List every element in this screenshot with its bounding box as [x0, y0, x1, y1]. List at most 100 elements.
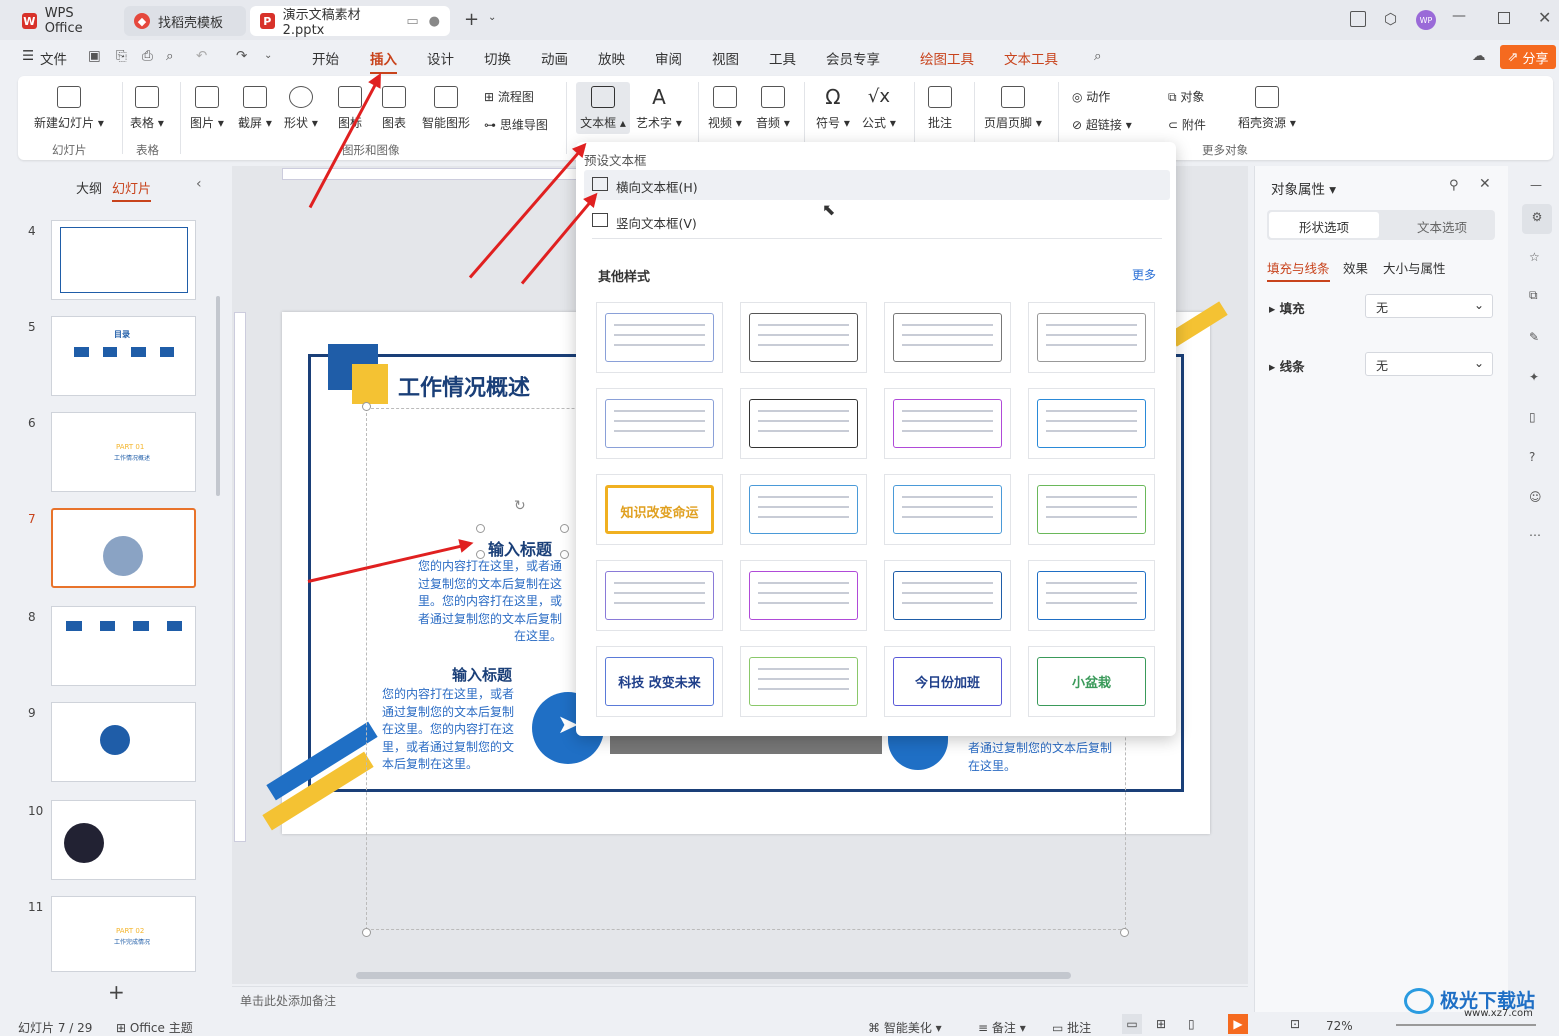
- cloud-icon[interactable]: ☁: [1472, 48, 1486, 64]
- copy-icon[interactable]: ⧉: [1529, 288, 1538, 303]
- slide-title[interactable]: 工作情况概述: [398, 370, 530, 402]
- audio-button[interactable]: 音频 ▾: [756, 86, 790, 131]
- formula-button[interactable]: √x 公式 ▾: [862, 86, 896, 131]
- attachment-button[interactable]: ⊂ 附件: [1168, 116, 1206, 133]
- textbox-style-option[interactable]: 小盆栽: [1028, 646, 1155, 717]
- menu-transition[interactable]: 切换: [484, 48, 511, 68]
- play-icon[interactable]: ▶: [1228, 1014, 1248, 1034]
- slide-thumbnail-5[interactable]: 目录: [51, 316, 196, 396]
- maximize-icon[interactable]: [1498, 12, 1510, 24]
- screenshot-button[interactable]: 截屏 ▾: [238, 86, 272, 131]
- menu-review[interactable]: 审阅: [655, 48, 682, 68]
- table-button[interactable]: 表格 ▾: [130, 86, 164, 131]
- wordart-button[interactable]: A 艺术字 ▾: [636, 86, 682, 131]
- menu-slideshow[interactable]: 放映: [598, 48, 625, 68]
- horizontal-scrollbar[interactable]: [356, 972, 1071, 979]
- slides-tab[interactable]: 幻灯片: [112, 178, 152, 202]
- hyperlink-button[interactable]: ⊘ 超链接 ▾: [1072, 116, 1132, 133]
- beautify-button[interactable]: ⌘ 智能美化 ▾: [868, 1019, 942, 1036]
- more-styles-link[interactable]: 更多: [1132, 266, 1156, 283]
- textbox-style-option[interactable]: [884, 474, 1011, 545]
- search-icon[interactable]: ⌕: [1094, 48, 1102, 64]
- tab-shape-options[interactable]: 形状选项: [1269, 212, 1379, 238]
- theme-label[interactable]: ⊞ Office 主题: [116, 1019, 193, 1036]
- help-icon[interactable]: ?: [1529, 450, 1535, 464]
- textbox-style-option[interactable]: [884, 388, 1011, 459]
- cube-icon[interactable]: ⬡: [1384, 10, 1397, 28]
- fit-icon[interactable]: ⊡: [1290, 1017, 1300, 1031]
- subtab-effect[interactable]: 效果: [1343, 258, 1368, 277]
- robot-icon[interactable]: ☺: [1529, 490, 1542, 504]
- notes-button[interactable]: ≡ 备注 ▾: [978, 1019, 1026, 1036]
- undo-icon[interactable]: ↶: [196, 48, 207, 64]
- textbox-style-option[interactable]: [740, 560, 867, 631]
- textbox-style-option[interactable]: [884, 560, 1011, 631]
- slide-thumbnail-8[interactable]: [51, 606, 196, 686]
- textbox-style-option[interactable]: [596, 560, 723, 631]
- slide-thumbnail-6[interactable]: PART 01 工作情况概述: [51, 412, 196, 492]
- vertical-textbox-item[interactable]: 竖向文本框(V): [584, 206, 1170, 236]
- selection-handle[interactable]: [362, 402, 371, 411]
- fill-section[interactable]: ▸ 填充: [1269, 298, 1305, 317]
- menu-tools[interactable]: 工具: [769, 48, 796, 68]
- docer-resources-button[interactable]: 稻壳资源 ▾: [1238, 86, 1296, 131]
- slide-thumbnail-4[interactable]: [51, 220, 196, 300]
- picture-button[interactable]: 图片 ▾: [190, 86, 224, 131]
- textbox-style-option[interactable]: [1028, 474, 1155, 545]
- line-section[interactable]: ▸ 线条: [1269, 356, 1305, 375]
- menu-member[interactable]: 会员专享: [826, 48, 880, 68]
- textbox-style-option[interactable]: [740, 388, 867, 459]
- zoom-level[interactable]: 72%: [1326, 1019, 1353, 1033]
- textbox-style-option[interactable]: [740, 474, 867, 545]
- notes-pane[interactable]: 单击此处添加备注: [232, 986, 1248, 1012]
- slide-thumbnail-7-selected[interactable]: [51, 508, 196, 588]
- magic-icon[interactable]: ✦: [1529, 370, 1539, 384]
- chart-button[interactable]: 图表: [382, 86, 406, 131]
- outline-tab[interactable]: 大纲: [76, 178, 102, 197]
- quick-access-chevron-icon[interactable]: ⌄: [264, 50, 272, 61]
- collapse-panel-icon[interactable]: ‹: [196, 176, 202, 192]
- reading-view-icon[interactable]: ▯: [1188, 1017, 1195, 1031]
- redo-icon[interactable]: ↷: [236, 48, 247, 64]
- properties-icon[interactable]: ⚙: [1522, 204, 1552, 234]
- pin-icon[interactable]: ⚲: [1449, 178, 1459, 193]
- textbox-style-option[interactable]: [1028, 302, 1155, 373]
- collapse-icon[interactable]: —: [1530, 178, 1542, 192]
- more-icon[interactable]: ⋯: [1529, 528, 1541, 542]
- export-icon[interactable]: ⎘: [116, 48, 127, 64]
- slide-thumbnail-9[interactable]: [51, 702, 196, 782]
- preview-icon[interactable]: ⌕: [166, 48, 174, 64]
- grid-view-icon[interactable]: ⊞: [1156, 1017, 1166, 1031]
- shape-button[interactable]: 形状 ▾: [284, 86, 318, 131]
- textbox-style-option[interactable]: [740, 646, 867, 717]
- menu-drawing-tools[interactable]: 绘图工具: [920, 48, 974, 68]
- textbox-style-option[interactable]: [884, 302, 1011, 373]
- add-slide-button[interactable]: +: [108, 980, 125, 1004]
- textbox-style-option[interactable]: [1028, 560, 1155, 631]
- zoom-slider[interactable]: [1396, 1024, 1536, 1026]
- textbox-style-option[interactable]: [596, 302, 723, 373]
- menu-home[interactable]: 开始: [312, 48, 339, 68]
- slide-thumbnail-10[interactable]: [51, 800, 196, 880]
- textbox-style-option[interactable]: [1028, 388, 1155, 459]
- header-footer-button[interactable]: 页眉页脚 ▾: [984, 86, 1042, 131]
- close-panel-icon[interactable]: ✕: [1479, 176, 1491, 192]
- comment-status-button[interactable]: ▭ 批注: [1052, 1019, 1091, 1036]
- minimize-icon[interactable]: —: [1452, 8, 1466, 24]
- save-icon[interactable]: ▣: [88, 48, 101, 64]
- horizontal-textbox-item[interactable]: 横向文本框(H): [584, 170, 1170, 200]
- subtab-size[interactable]: 大小与属性: [1383, 258, 1446, 277]
- textbox-style-option[interactable]: 知识改变命运: [596, 474, 723, 545]
- print-icon[interactable]: ⎙: [142, 48, 153, 64]
- smart-graphic-button[interactable]: 智能图形: [422, 86, 470, 131]
- share-button[interactable]: ⇗ 分享: [1500, 45, 1556, 69]
- avatar[interactable]: WP: [1416, 10, 1436, 30]
- tab-document[interactable]: P 演示文稿素材2.pptx ▭ ●: [250, 6, 450, 38]
- icons-button[interactable]: 图标: [338, 86, 362, 131]
- menu-animation[interactable]: 动画: [541, 48, 568, 68]
- close-icon[interactable]: ✕: [1538, 8, 1551, 27]
- textbox-button[interactable]: 文本框 ▴: [576, 82, 630, 134]
- object-button[interactable]: ⧉ 对象: [1168, 88, 1204, 105]
- textbox-style-option[interactable]: 科技 改变未来: [596, 646, 723, 717]
- star-icon[interactable]: ☆: [1529, 250, 1540, 264]
